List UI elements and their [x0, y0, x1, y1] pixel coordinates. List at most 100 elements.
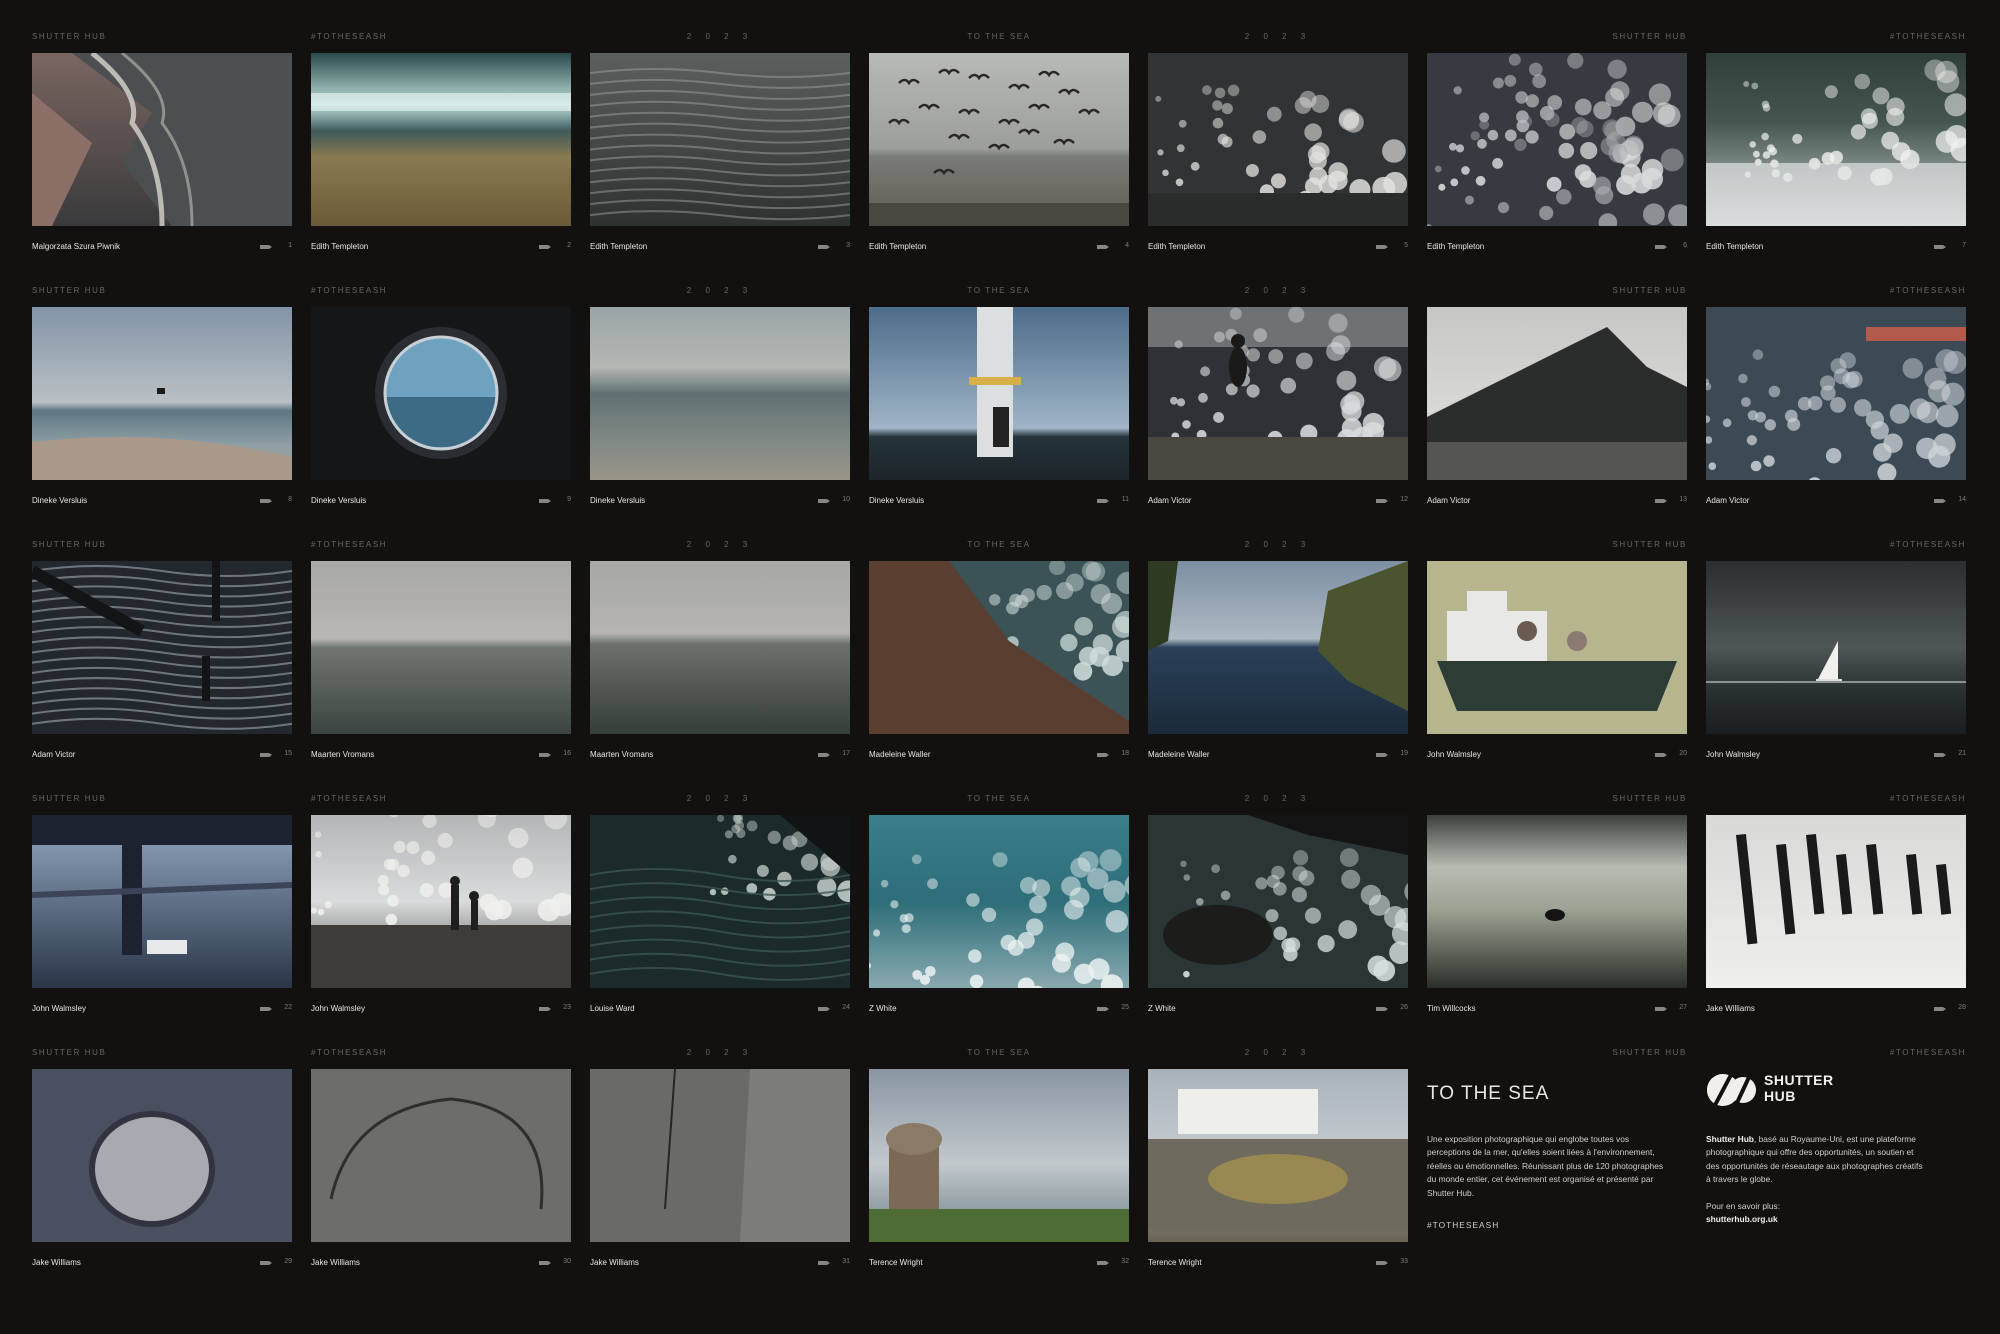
- photo-tile: 2 0 2 3 Jake Williams 31: [590, 1048, 850, 1278]
- photo-tile: TO THE SEA Dineke Versluis 11: [869, 286, 1129, 516]
- arrow-icon: [818, 499, 830, 503]
- photo-tile: SHUTTER HUB Malgorzata Szura Piwnik 1: [32, 32, 292, 262]
- photo-number: 24: [842, 1004, 850, 1011]
- photo-number: 22: [284, 1004, 292, 1011]
- arrow-icon: [1097, 753, 1109, 757]
- photo-tile: 2 0 2 3 Edith Templeton 5: [1148, 32, 1408, 262]
- arrow-icon: [1097, 499, 1109, 503]
- arrow-icon: [818, 753, 830, 757]
- photographer-name: Maarten Vromans: [590, 750, 654, 759]
- photo-aerial-beach-waves: [32, 53, 292, 226]
- arrow-icon: [1097, 245, 1109, 249]
- photo-lagoon-swimmer: [1148, 561, 1408, 734]
- arrow-icon: [1655, 753, 1667, 757]
- header-label: TO THE SEA: [967, 794, 1031, 803]
- exhibition-hashtag: #TOTHESEASH: [1427, 1220, 1500, 1230]
- arrow-icon: [1376, 1261, 1388, 1265]
- header-label: 2 0 2 3: [686, 540, 754, 549]
- more-label: Pour en savoir plus:: [1706, 1201, 1781, 1211]
- photo-porthole-view: [311, 307, 571, 480]
- photo-tile: 2 0 2 3 Madeleine Waller 19: [1148, 540, 1408, 770]
- photo-concrete-corner: [590, 1069, 850, 1242]
- description-line: Une exposition photographique qui englob…: [1427, 1134, 1630, 1144]
- photo-number: 15: [284, 750, 292, 757]
- photo-misty-horizon-2: [590, 561, 850, 734]
- photo-number: 7: [1962, 242, 1966, 249]
- photo-number: 1: [288, 242, 292, 249]
- photo-caption: Edith Templeton 2: [311, 242, 571, 256]
- photo-tile: 2 0 2 3 Terence Wright 33: [1148, 1048, 1408, 1278]
- header-label: #TOTHESEASH: [1889, 1048, 1966, 1057]
- photo-number: 25: [1121, 1004, 1129, 1011]
- website-link[interactable]: shutterhub.org.uk: [1706, 1213, 1946, 1226]
- photo-caption: Jake Williams 30: [311, 1258, 571, 1272]
- photo-caravan-mural: [1148, 1069, 1408, 1242]
- photo-number: 13: [1679, 496, 1687, 503]
- photo-number: 2: [567, 242, 571, 249]
- photographer-name: Jake Williams: [590, 1258, 639, 1267]
- arrow-icon: [1655, 499, 1667, 503]
- photo-caption: Terence Wright 32: [869, 1258, 1129, 1272]
- arrow-icon: [260, 1261, 272, 1265]
- photo-blurred-shore: [590, 307, 850, 480]
- arrow-icon: [539, 1007, 551, 1011]
- arrow-icon: [818, 1261, 830, 1265]
- photo-caption: Adam Victor 13: [1427, 496, 1687, 510]
- photo-ferry-window: [32, 815, 292, 988]
- arrow-icon: [260, 753, 272, 757]
- photo-tile: SHUTTER HUB Adam Victor 15: [32, 540, 292, 770]
- photo-tile: SHUTTER HUB John Walmsley 20: [1427, 540, 1687, 770]
- photographer-name: Z White: [869, 1004, 897, 1013]
- logo-wordmark: SHUTTER HUB: [1764, 1072, 1874, 1104]
- photo-number: 17: [842, 750, 850, 757]
- photographer-name: Adam Victor: [32, 750, 76, 759]
- photographer-name: John Walmsley: [1427, 750, 1481, 759]
- photo-tile: SHUTTER HUB Adam Victor 13: [1427, 286, 1687, 516]
- photo-caption: Jake Williams 29: [32, 1258, 292, 1272]
- photographer-name: Tim Willcocks: [1427, 1004, 1476, 1013]
- photographer-name: Jake Williams: [32, 1258, 81, 1267]
- photographer-name: Dineke Versluis: [869, 496, 925, 505]
- photo-dark-surf: [590, 815, 850, 988]
- photo-tile: #TOTHESEASH Adam Victor 14: [1706, 286, 1966, 516]
- about-text: , basé au Royaume-Uni, est une plateform…: [1753, 1134, 1916, 1144]
- photo-caption: Jake Williams 31: [590, 1258, 850, 1272]
- photo-tile: TO THE SEA Z White 25: [869, 794, 1129, 1024]
- photo-number: 9: [567, 496, 571, 503]
- photo-swimmer-long-exposure: [1427, 815, 1687, 988]
- header-label: TO THE SEA: [967, 286, 1031, 295]
- photo-caption: Dineke Versluis 11: [869, 496, 1129, 510]
- arrow-icon: [1934, 753, 1946, 757]
- arrow-icon: [818, 245, 830, 249]
- arrow-icon: [1376, 753, 1388, 757]
- photo-number: 8: [288, 496, 292, 503]
- photo-caption: Maarten Vromans 17: [590, 750, 850, 764]
- photo-number: 20: [1679, 750, 1687, 757]
- photo-cliff-coast: [1427, 307, 1687, 480]
- photographer-name: Adam Victor: [1706, 496, 1750, 505]
- organiser-name: Shutter Hub: [1706, 1134, 1754, 1144]
- photo-tile: SHUTTER HUB Edith Templeton 6: [1427, 32, 1687, 262]
- photographer-name: Dineke Versluis: [32, 496, 88, 505]
- photo-caption: Edith Templeton 7: [1706, 242, 1966, 256]
- photo-pebble-rock: [32, 1069, 292, 1242]
- photographer-name: Z White: [1148, 1004, 1176, 1013]
- photo-tile: 2 0 2 3 Adam Victor 12: [1148, 286, 1408, 516]
- arrow-icon: [260, 245, 272, 249]
- header-label: 2 0 2 3: [1244, 794, 1312, 803]
- header-label: SHUTTER HUB: [32, 32, 107, 41]
- arrow-icon: [1376, 499, 1388, 503]
- photo-beach-posts-bw: [1706, 815, 1966, 988]
- header-label: 2 0 2 3: [1244, 286, 1312, 295]
- photo-caption: Dineke Versluis 8: [32, 496, 292, 510]
- photo-misty-horizon: [311, 561, 571, 734]
- photo-turbine-tower: [869, 307, 1129, 480]
- arrow-icon: [1655, 1007, 1667, 1011]
- arrow-icon: [539, 499, 551, 503]
- photo-tile: TO THE SEA Terence Wright 32: [869, 1048, 1129, 1278]
- photo-number: 12: [1400, 496, 1408, 503]
- photo-number: 18: [1121, 750, 1129, 757]
- photo-number: 6: [1683, 242, 1687, 249]
- header-label: 2 0 2 3: [686, 286, 754, 295]
- photographer-name: Edith Templeton: [1148, 242, 1206, 251]
